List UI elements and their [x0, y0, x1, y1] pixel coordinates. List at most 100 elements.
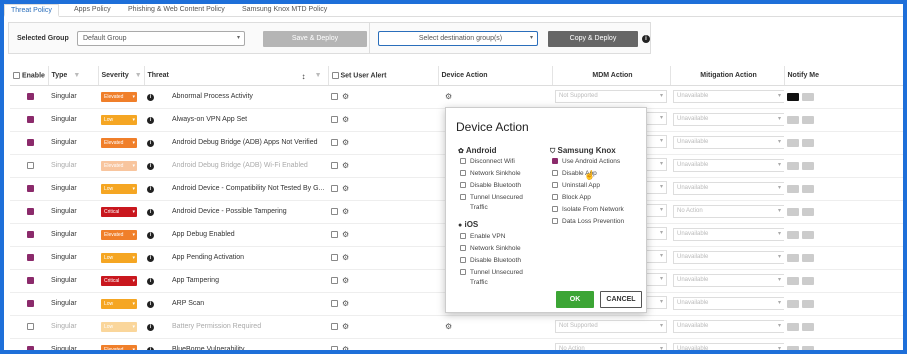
filter-icon[interactable]: ▼	[73, 72, 80, 79]
enable-checkbox[interactable]	[27, 184, 34, 192]
mitigation-action-select[interactable]: Unavailable	[673, 113, 784, 126]
severity-select[interactable]: Low	[101, 298, 137, 309]
option-data-loss-prevention[interactable]: Data Loss Prevention	[552, 218, 624, 225]
mitigation-action-select[interactable]: No Action	[673, 205, 784, 218]
user-alert-checkbox[interactable]	[331, 346, 338, 350]
enable-checkbox[interactable]	[27, 345, 34, 350]
sms-icon[interactable]	[802, 184, 814, 193]
filter-icon[interactable]: ▼	[135, 72, 142, 79]
sms-icon[interactable]	[802, 138, 814, 147]
info-icon[interactable]: i	[147, 346, 154, 350]
group-select[interactable]: Default Group ▾	[77, 31, 245, 46]
select-all-checkbox[interactable]	[13, 71, 20, 79]
gear-icon[interactable]: ⚙	[342, 92, 349, 101]
checkbox-checked[interactable]	[552, 158, 558, 165]
mdm-action-select[interactable]: Not Supported	[555, 90, 667, 103]
option-isolate-network[interactable]: Isolate From Network	[552, 206, 624, 213]
mitigation-action-select[interactable]: Unavailable	[673, 297, 784, 310]
gear-icon[interactable]: ⚙	[342, 184, 349, 193]
enable-checkbox[interactable]	[27, 253, 34, 261]
gear-icon[interactable]: ⚙	[342, 322, 349, 331]
info-icon[interactable]: i	[147, 208, 154, 216]
mitigation-action-select[interactable]: Unavailable	[673, 251, 784, 264]
info-icon[interactable]: i	[147, 139, 154, 147]
option-enable-vpn[interactable]: Enable VPN	[460, 233, 505, 240]
enable-checkbox[interactable]	[27, 276, 34, 284]
email-icon[interactable]	[787, 299, 799, 308]
user-alert-checkbox[interactable]	[331, 185, 338, 192]
email-icon[interactable]	[787, 92, 799, 101]
enable-checkbox[interactable]	[27, 322, 34, 330]
user-alert-checkbox[interactable]	[331, 116, 338, 123]
severity-select[interactable]: Low	[101, 321, 137, 332]
col-enable[interactable]: Enable	[10, 66, 49, 86]
option-ios-tunnel-unsecured[interactable]: Tunnel Unsecured	[460, 269, 523, 276]
email-icon[interactable]	[787, 345, 799, 350]
gear-icon[interactable]: ⚙	[342, 299, 349, 308]
option-disconnect-wifi[interactable]: Disconnect Wifi	[460, 158, 515, 165]
info-icon[interactable]: i	[642, 35, 650, 43]
col-set-user-alert[interactable]: Set User Alert	[328, 66, 439, 86]
gear-icon[interactable]: ⚙	[445, 92, 452, 101]
option-tunnel-unsecured[interactable]: Tunnel Unsecured	[460, 194, 523, 201]
email-icon[interactable]	[787, 322, 799, 331]
info-icon[interactable]: i	[147, 185, 154, 193]
checkbox[interactable]	[460, 170, 466, 177]
col-severity[interactable]: Severity ▼	[98, 66, 145, 86]
info-icon[interactable]: i	[147, 277, 154, 285]
mitigation-action-select[interactable]: Unavailable	[673, 136, 784, 149]
checkbox[interactable]	[552, 170, 558, 177]
info-icon[interactable]: i	[147, 231, 154, 239]
gear-icon[interactable]: ⚙	[342, 345, 349, 350]
mitigation-action-select[interactable]: Unavailable	[673, 228, 784, 241]
enable-checkbox[interactable]	[27, 138, 34, 146]
checkbox[interactable]	[552, 194, 558, 201]
user-alert-checkbox[interactable]	[331, 208, 338, 215]
sms-icon[interactable]	[802, 230, 814, 239]
info-icon[interactable]: i	[147, 162, 154, 170]
user-alert-checkbox[interactable]	[331, 300, 338, 307]
user-alert-checkbox[interactable]	[331, 254, 338, 261]
mitigation-action-select[interactable]: Unavailable	[673, 320, 784, 333]
gear-icon[interactable]: ⚙	[445, 322, 452, 331]
gear-icon[interactable]: ⚙	[342, 115, 349, 124]
tab-phishing-policy[interactable]: Phishing & Web Content Policy	[122, 4, 231, 17]
user-alert-checkbox[interactable]	[331, 93, 338, 100]
destination-group-select[interactable]: Select destination group(s) ▾	[378, 31, 538, 46]
mitigation-action-select[interactable]: Unavailable	[673, 343, 784, 350]
enable-checkbox[interactable]	[27, 207, 34, 215]
gear-icon[interactable]: ⚙	[342, 230, 349, 239]
email-icon[interactable]	[787, 138, 799, 147]
email-icon[interactable]	[787, 115, 799, 124]
option-uninstall-app[interactable]: Uninstall App	[552, 182, 600, 189]
mitigation-action-select[interactable]: Unavailable	[673, 182, 784, 195]
tab-apps-policy[interactable]: Apps Policy	[68, 4, 117, 17]
checkbox[interactable]	[460, 245, 466, 252]
sms-icon[interactable]	[802, 276, 814, 285]
severity-select[interactable]: Elevated	[101, 160, 137, 171]
table-row[interactable]: Singular Low i Battery Permission Require…	[10, 315, 903, 339]
col-threat[interactable]: Threat ↕ ▼	[144, 66, 329, 86]
email-icon[interactable]	[787, 276, 799, 285]
mdm-action-select[interactable]: Not Supported	[555, 320, 667, 333]
user-alert-checkbox[interactable]	[331, 231, 338, 238]
mdm-action-select[interactable]: No Action	[555, 343, 667, 350]
checkbox[interactable]	[460, 269, 466, 276]
gear-icon[interactable]: ⚙	[342, 207, 349, 216]
email-icon[interactable]	[787, 184, 799, 193]
info-icon[interactable]: i	[147, 323, 154, 331]
option-block-app[interactable]: Block App	[552, 194, 591, 201]
filter-icon[interactable]: ▼	[315, 72, 322, 79]
sms-icon[interactable]	[802, 92, 814, 101]
sms-icon[interactable]	[802, 299, 814, 308]
gear-icon[interactable]: ⚙	[342, 161, 349, 170]
save-deploy-button[interactable]: Save & Deploy	[263, 31, 367, 47]
severity-select[interactable]: Critical	[101, 206, 137, 217]
checkbox[interactable]	[460, 233, 466, 240]
checkbox[interactable]	[552, 218, 558, 225]
gear-icon[interactable]: ⚙	[342, 253, 349, 262]
col-type[interactable]: Type ▼	[48, 66, 99, 86]
severity-select[interactable]: Low	[101, 252, 137, 263]
user-alert-checkbox[interactable]	[331, 139, 338, 146]
option-network-sinkhole[interactable]: Network Sinkhole	[460, 170, 521, 177]
